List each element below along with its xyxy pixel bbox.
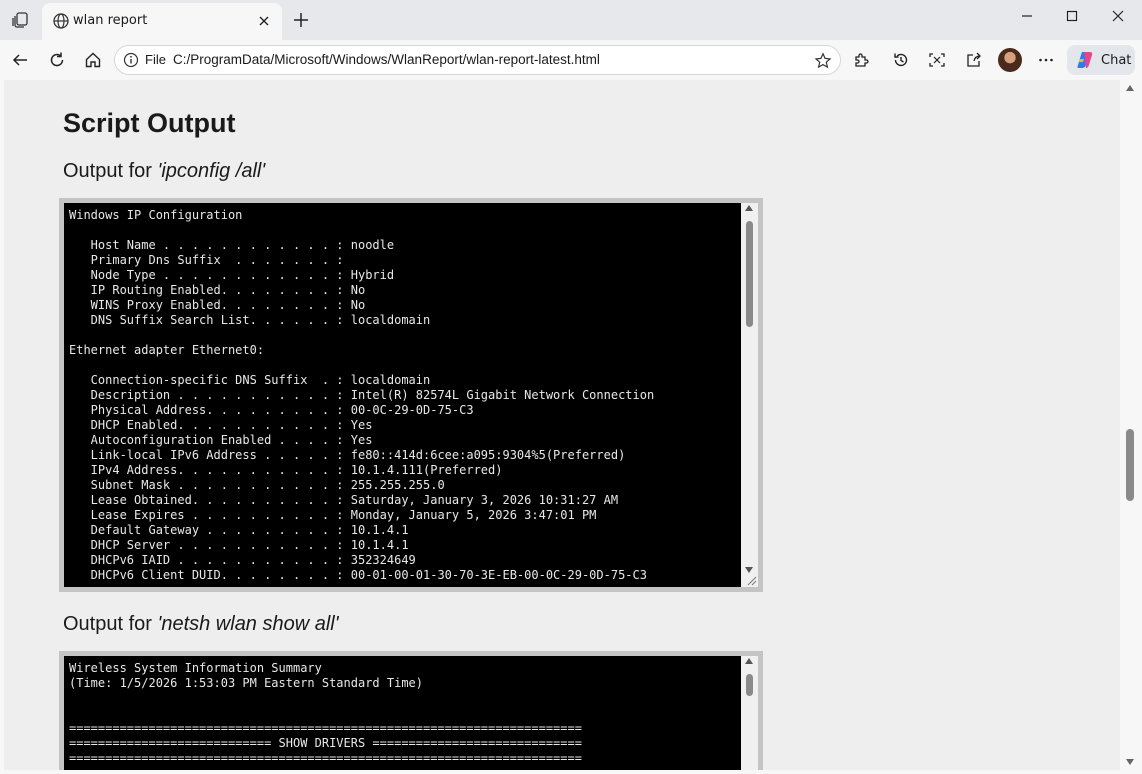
section-title-ipconfig: Output for 'ipconfig /all'	[63, 160, 265, 183]
share-icon[interactable]	[961, 48, 987, 72]
section-label: Output for	[63, 613, 158, 635]
page-scrollbar[interactable]	[1122, 80, 1138, 770]
scroll-thumb[interactable]	[746, 221, 753, 327]
console-frame-netsh: Wireless System Information Summary (Tim…	[59, 651, 763, 770]
page-content: Script Output Output for 'ipconfig /all'…	[4, 80, 1120, 770]
refresh-icon[interactable]	[44, 48, 70, 72]
address-bar[interactable]: File C:/ProgramData/Microsoft/Windows/Wl…	[114, 45, 841, 75]
tab-wlan-report[interactable]: wlan report	[42, 3, 282, 40]
close-window-icon[interactable]	[1095, 0, 1141, 32]
screenshot-icon[interactable]	[924, 48, 950, 72]
console-output-ipconfig[interactable]: Windows IP Configuration Host Name . . .…	[64, 203, 758, 587]
toolbar: File C:/ProgramData/Microsoft/Windows/Wl…	[0, 40, 1142, 80]
more-menu-icon[interactable]	[1033, 48, 1059, 72]
console-scrollbar[interactable]	[741, 203, 758, 587]
maximize-icon[interactable]	[1049, 0, 1095, 32]
address-url[interactable]: C:/ProgramData/Microsoft/Windows/WlanRep…	[173, 52, 600, 67]
minimize-icon[interactable]	[1004, 0, 1050, 32]
copilot-chat-button[interactable]: Chat	[1067, 45, 1135, 75]
profile-avatar[interactable]	[998, 48, 1022, 72]
console-text: Windows IP Configuration Host Name . . .…	[69, 208, 655, 582]
copilot-icon	[1075, 50, 1095, 70]
section-label: Output for	[63, 160, 158, 182]
new-tab-icon[interactable]	[289, 8, 313, 32]
history-icon[interactable]	[888, 48, 914, 72]
info-icon[interactable]	[123, 52, 139, 68]
extensions-icon[interactable]	[848, 48, 874, 72]
page-title: Script Output	[63, 108, 236, 138]
page-scroll-thumb[interactable]	[1126, 429, 1134, 501]
close-tab-icon[interactable]	[254, 11, 274, 31]
chat-label: Chat	[1101, 52, 1132, 68]
scroll-thumb[interactable]	[746, 674, 753, 696]
console-scrollbar[interactable]	[741, 656, 758, 770]
back-icon[interactable]	[7, 48, 33, 72]
section-title-netsh: Output for 'netsh wlan show all'	[63, 613, 339, 636]
favorite-star-icon[interactable]	[812, 50, 834, 72]
globe-icon	[52, 12, 70, 30]
tab-title: wlan report	[73, 13, 148, 28]
page-scroll-down-icon[interactable]	[1126, 759, 1134, 765]
scroll-up-arrow-icon[interactable]	[745, 658, 753, 664]
scroll-down-arrow-icon[interactable]	[745, 567, 753, 573]
tab-actions-icon[interactable]	[8, 9, 32, 31]
section-command: 'netsh wlan show all'	[157, 613, 339, 635]
home-icon[interactable]	[80, 48, 106, 72]
resize-grip-icon[interactable]	[745, 574, 757, 586]
console-text: Wireless System Information Summary (Tim…	[69, 661, 582, 765]
scroll-up-arrow-icon[interactable]	[745, 205, 753, 211]
console-frame-ipconfig: Windows IP Configuration Host Name . . .…	[59, 198, 763, 592]
console-output-netsh[interactable]: Wireless System Information Summary (Tim…	[64, 656, 758, 770]
address-scheme-label: File	[145, 52, 166, 67]
title-bar: wlan report	[0, 0, 1142, 40]
page-scroll-up-icon[interactable]	[1126, 85, 1134, 91]
section-command: 'ipconfig /all'	[157, 160, 266, 182]
